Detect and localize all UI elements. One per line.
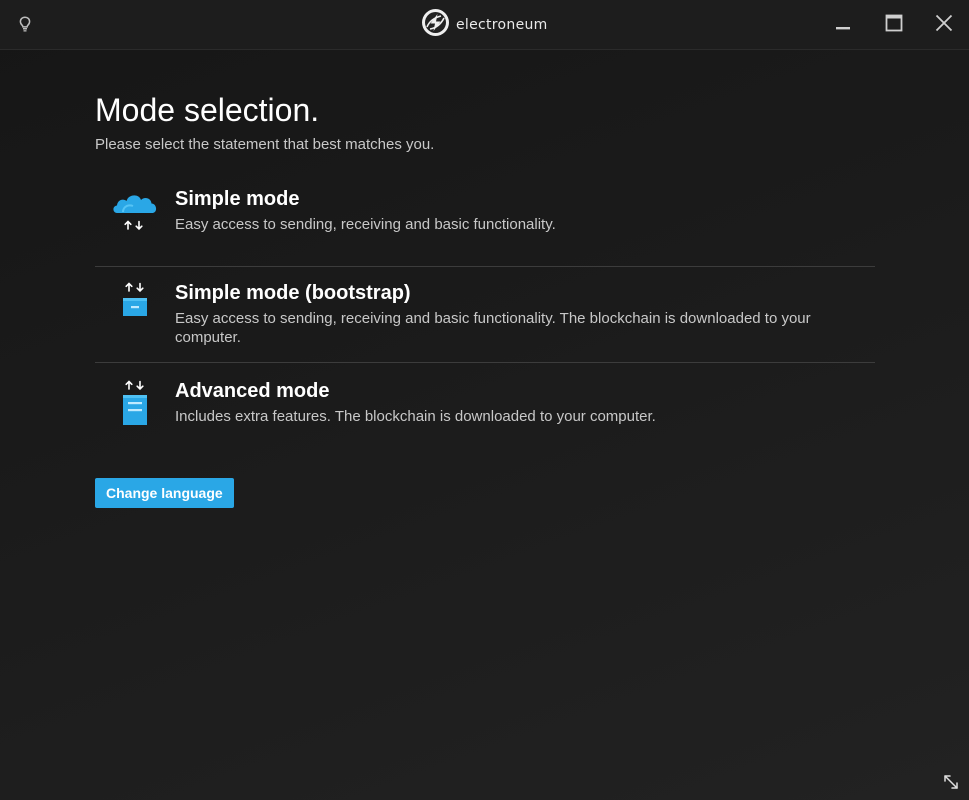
transfer-small-server-icon: [95, 279, 175, 327]
mode-description: Includes extra features. The blockchain …: [175, 408, 656, 425]
app-logo: electroneum: [421, 8, 548, 42]
mode-selection-panel: Mode selection. Please select the statem…: [95, 86, 875, 508]
title-bar[interactable]: electroneum: [0, 0, 969, 50]
maximize-icon: [885, 14, 903, 37]
electroneum-logo-icon: [421, 8, 450, 42]
change-language-button[interactable]: Change language: [95, 478, 234, 508]
mode-option-advanced[interactable]: Advanced mode Includes extra features. T…: [95, 362, 875, 448]
app-name: electroneum: [456, 17, 548, 33]
cloud-transfer-icon: [95, 185, 175, 233]
close-button[interactable]: [929, 10, 959, 40]
mode-option-simple[interactable]: Simple mode Easy access to sending, rece…: [95, 181, 875, 266]
mode-option-simple-bootstrap[interactable]: Simple mode (bootstrap) Easy access to s…: [95, 266, 875, 362]
lightbulb-icon[interactable]: [15, 13, 35, 35]
mode-description: Easy access to sending, receiving and ba…: [175, 310, 811, 346]
app-window: electroneum Mode selection. Please selec…: [0, 0, 969, 800]
page-title: Mode selection.: [95, 92, 320, 128]
transfer-server-icon: [95, 377, 175, 437]
mode-title: Simple mode (bootstrap): [175, 282, 411, 304]
resize-icon[interactable]: [942, 773, 960, 791]
minimize-icon: [835, 15, 851, 36]
close-icon: [935, 14, 953, 37]
mode-list: Simple mode Easy access to sending, rece…: [95, 181, 875, 448]
mode-title: Advanced mode: [175, 380, 330, 402]
minimize-button[interactable]: [828, 10, 858, 40]
page-subtitle: Please select the statement that best ma…: [95, 136, 435, 153]
mode-description: Easy access to sending, receiving and ba…: [175, 216, 556, 233]
maximize-button[interactable]: [879, 10, 909, 40]
mode-title: Simple mode: [175, 188, 300, 210]
